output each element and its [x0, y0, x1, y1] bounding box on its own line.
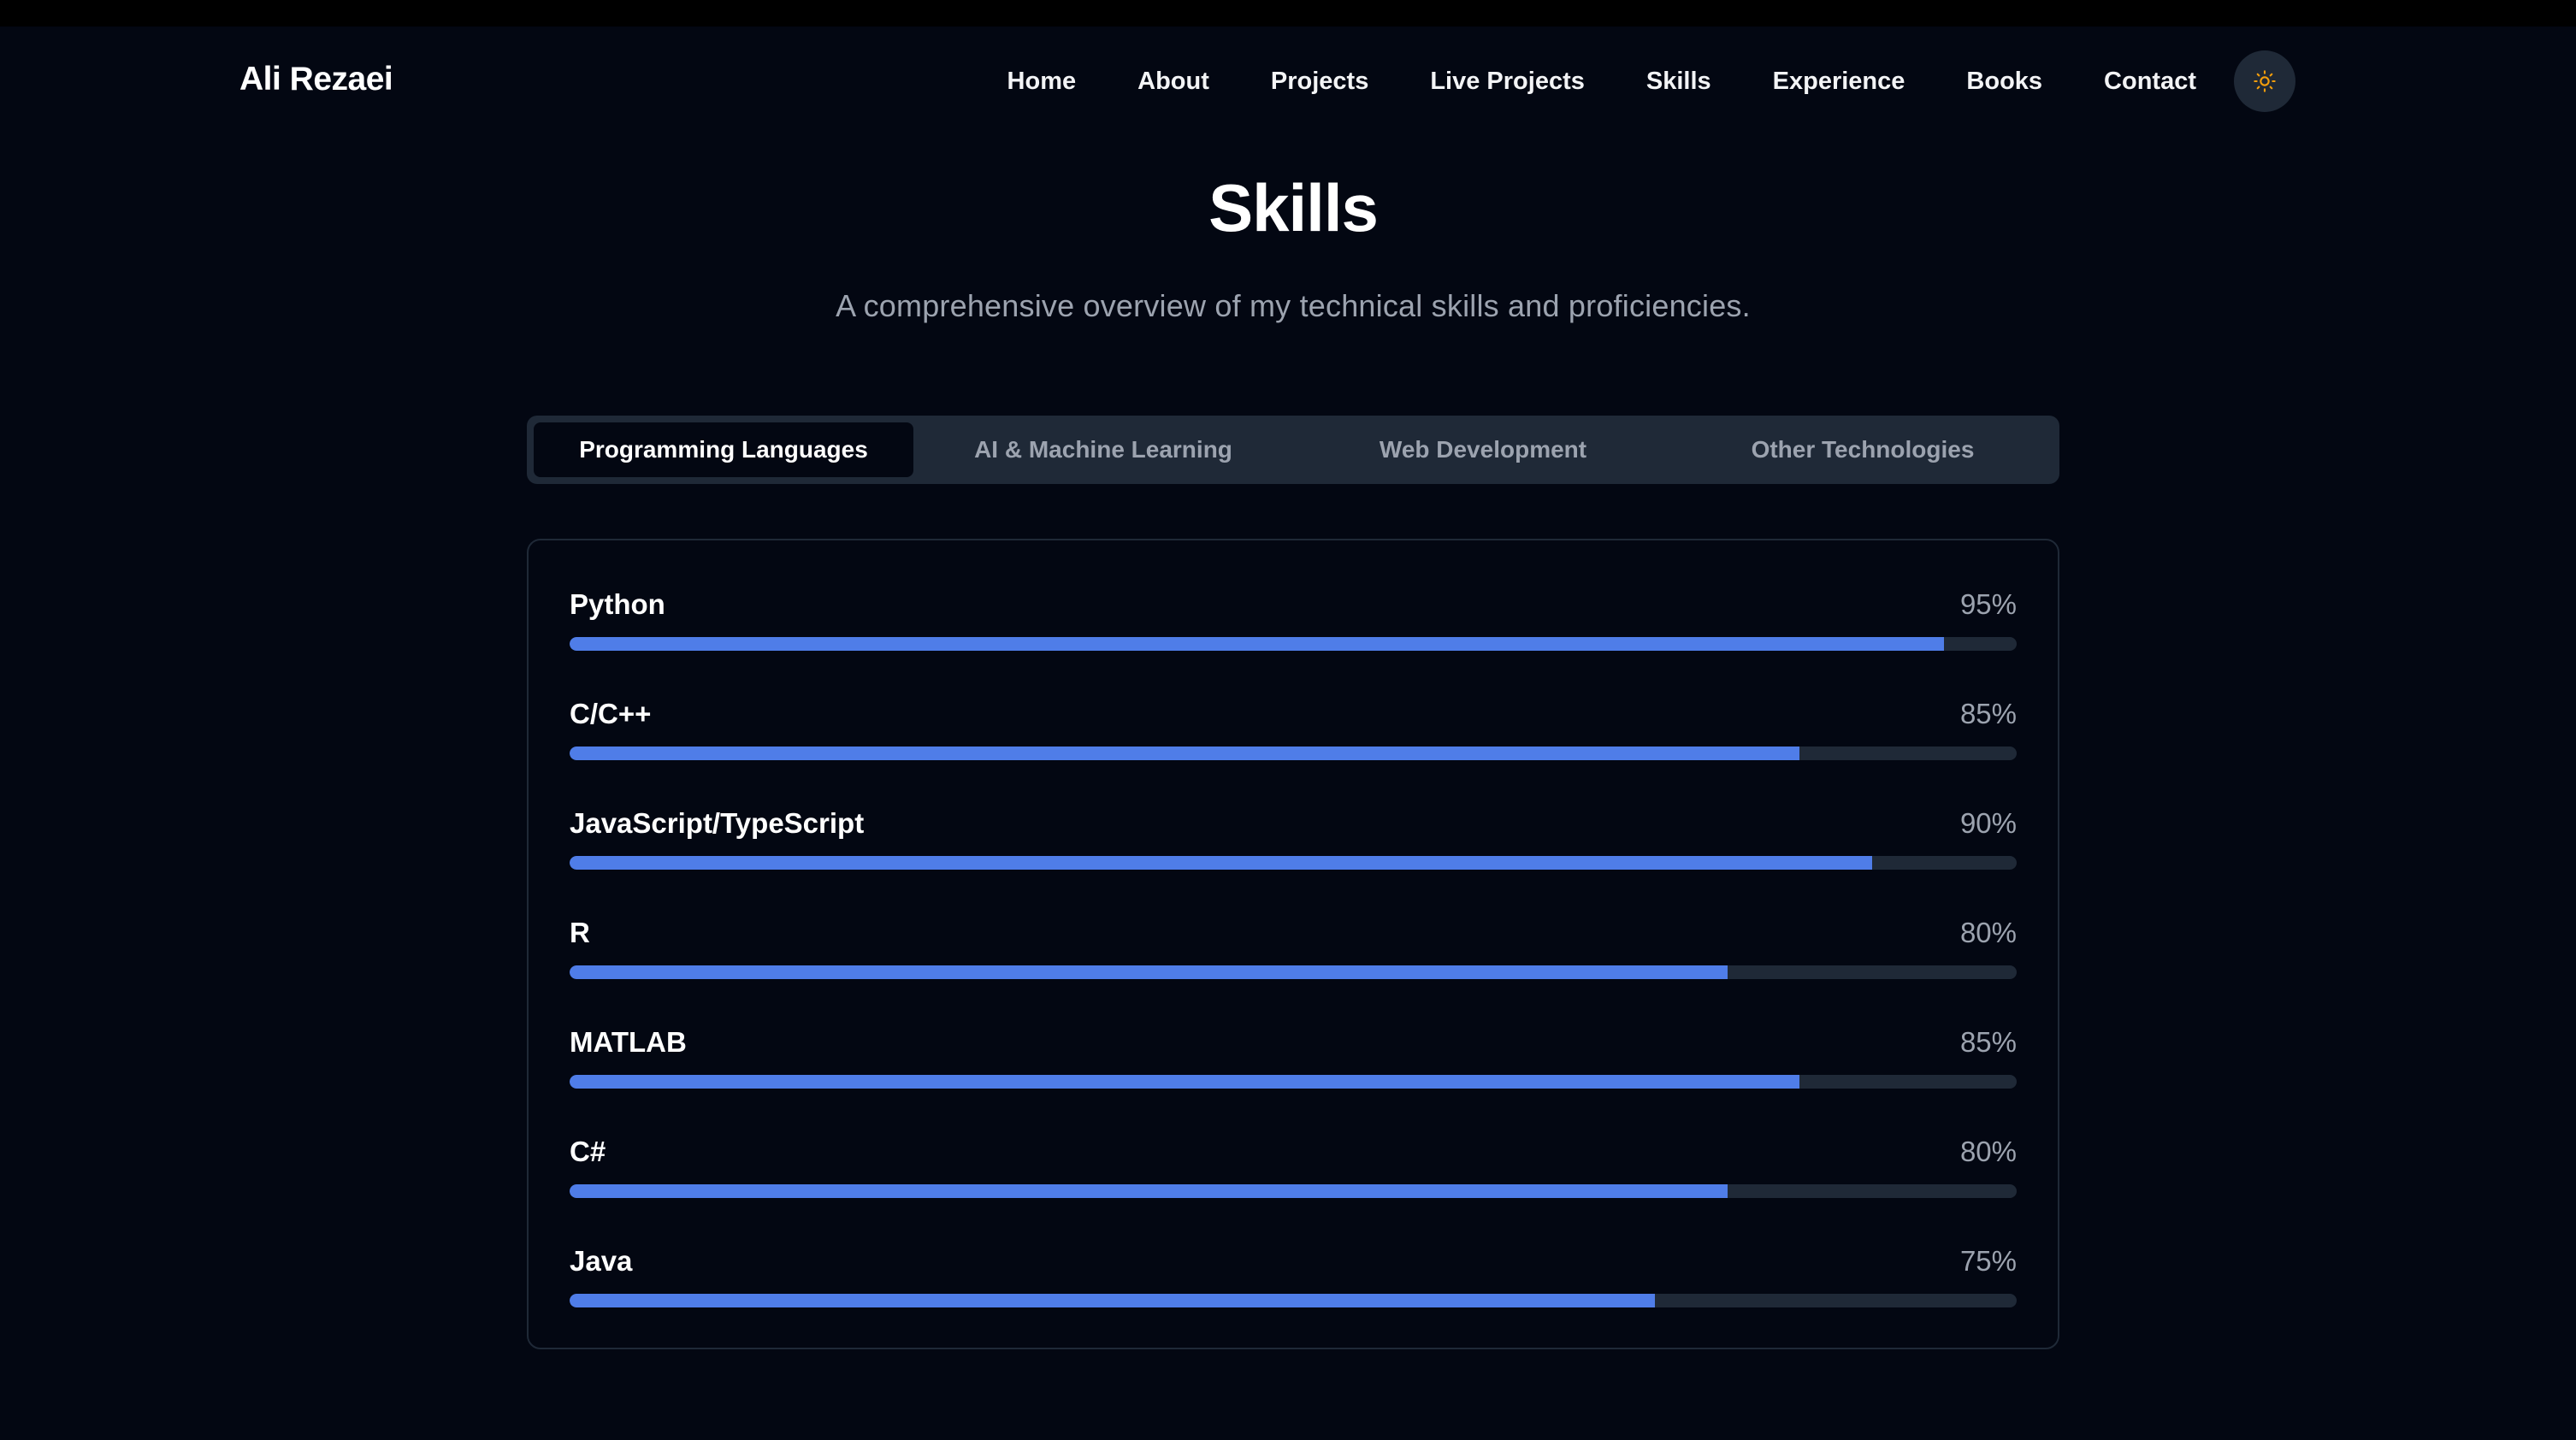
nav-link-books[interactable]: Books — [1966, 68, 2042, 96]
nav-link-live-projects[interactable]: Live Projects — [1430, 68, 1585, 96]
skill-row-matlab: MATLAB 85% — [570, 1026, 2017, 1103]
skill-row-javascript-typescript: JavaScript/TypeScript 90% — [570, 807, 2017, 884]
skill-progress-track — [570, 1184, 2017, 1198]
nav-link-home[interactable]: Home — [1007, 68, 1077, 96]
skill-name: Python — [570, 588, 665, 620]
skill-progress-fill — [570, 1075, 1800, 1089]
nav-link-experience[interactable]: Experience — [1773, 68, 1905, 96]
skill-row-csharp: C# 80% — [570, 1136, 2017, 1213]
page-subtitle: A comprehensive overview of my technical… — [836, 288, 1751, 323]
theme-toggle-button[interactable] — [2234, 50, 2295, 112]
nav-links: Home About Projects Live Projects Skills… — [1007, 50, 2295, 112]
skill-percent: 90% — [1959, 807, 2017, 839]
nav-link-projects[interactable]: Projects — [1271, 68, 1368, 96]
nav-link-skills[interactable]: Skills — [1646, 68, 1711, 96]
nav-link-about[interactable]: About — [1137, 68, 1209, 96]
skill-progress-track — [570, 637, 2017, 651]
skill-progress-fill — [570, 856, 1872, 870]
skill-row-r: R 80% — [570, 917, 2017, 994]
skill-name: JavaScript/TypeScript — [570, 807, 865, 839]
tab-other-technologies[interactable]: Other Technologies — [1673, 422, 2053, 477]
skill-percent: 80% — [1959, 1136, 2017, 1167]
skills-card: Python 95% C/C++ 85% JavaScript/TypeScri… — [527, 539, 2059, 1349]
skill-name: Java — [570, 1245, 633, 1277]
skill-percent: 80% — [1959, 917, 2017, 948]
brand-logo[interactable]: Ali Rezaei — [239, 61, 393, 98]
tab-programming-languages[interactable]: Programming Languages — [534, 422, 913, 477]
skill-name: C/C++ — [570, 698, 652, 729]
skill-category-tabs: Programming Languages AI & Machine Learn… — [527, 416, 2059, 484]
nav-link-contact[interactable]: Contact — [2104, 68, 2196, 96]
skill-percent: 85% — [1959, 698, 2017, 729]
skill-progress-track — [570, 1075, 2017, 1089]
top-strip — [0, 0, 2576, 27]
skill-percent: 95% — [1959, 588, 2017, 620]
navbar: Ali Rezaei Home About Projects Live Proj… — [0, 27, 2576, 138]
skill-progress-fill — [570, 637, 1945, 651]
page-title: Skills — [1208, 170, 1379, 245]
skill-progress-fill — [570, 747, 1800, 760]
skill-name: MATLAB — [570, 1026, 687, 1058]
skill-progress-track — [570, 1294, 2017, 1307]
skill-progress-track — [570, 965, 2017, 979]
skill-row-python: Python 95% — [570, 588, 2017, 665]
skill-progress-fill — [570, 1294, 1655, 1307]
skill-name: R — [570, 917, 590, 948]
sun-icon — [2254, 70, 2276, 92]
tab-ai-machine-learning[interactable]: AI & Machine Learning — [913, 422, 1293, 477]
tab-web-development[interactable]: Web Development — [1293, 422, 1673, 477]
skill-percent: 85% — [1959, 1026, 2017, 1058]
skill-progress-track — [570, 747, 2017, 760]
skill-percent: 75% — [1959, 1245, 2017, 1277]
skill-name: C# — [570, 1136, 606, 1167]
skill-row-java: Java 75% — [570, 1245, 2017, 1322]
skill-progress-track — [570, 856, 2017, 870]
skill-progress-fill — [570, 1184, 1728, 1198]
skill-progress-fill — [570, 965, 1728, 979]
skill-row-c-cpp: C/C++ 85% — [570, 698, 2017, 775]
